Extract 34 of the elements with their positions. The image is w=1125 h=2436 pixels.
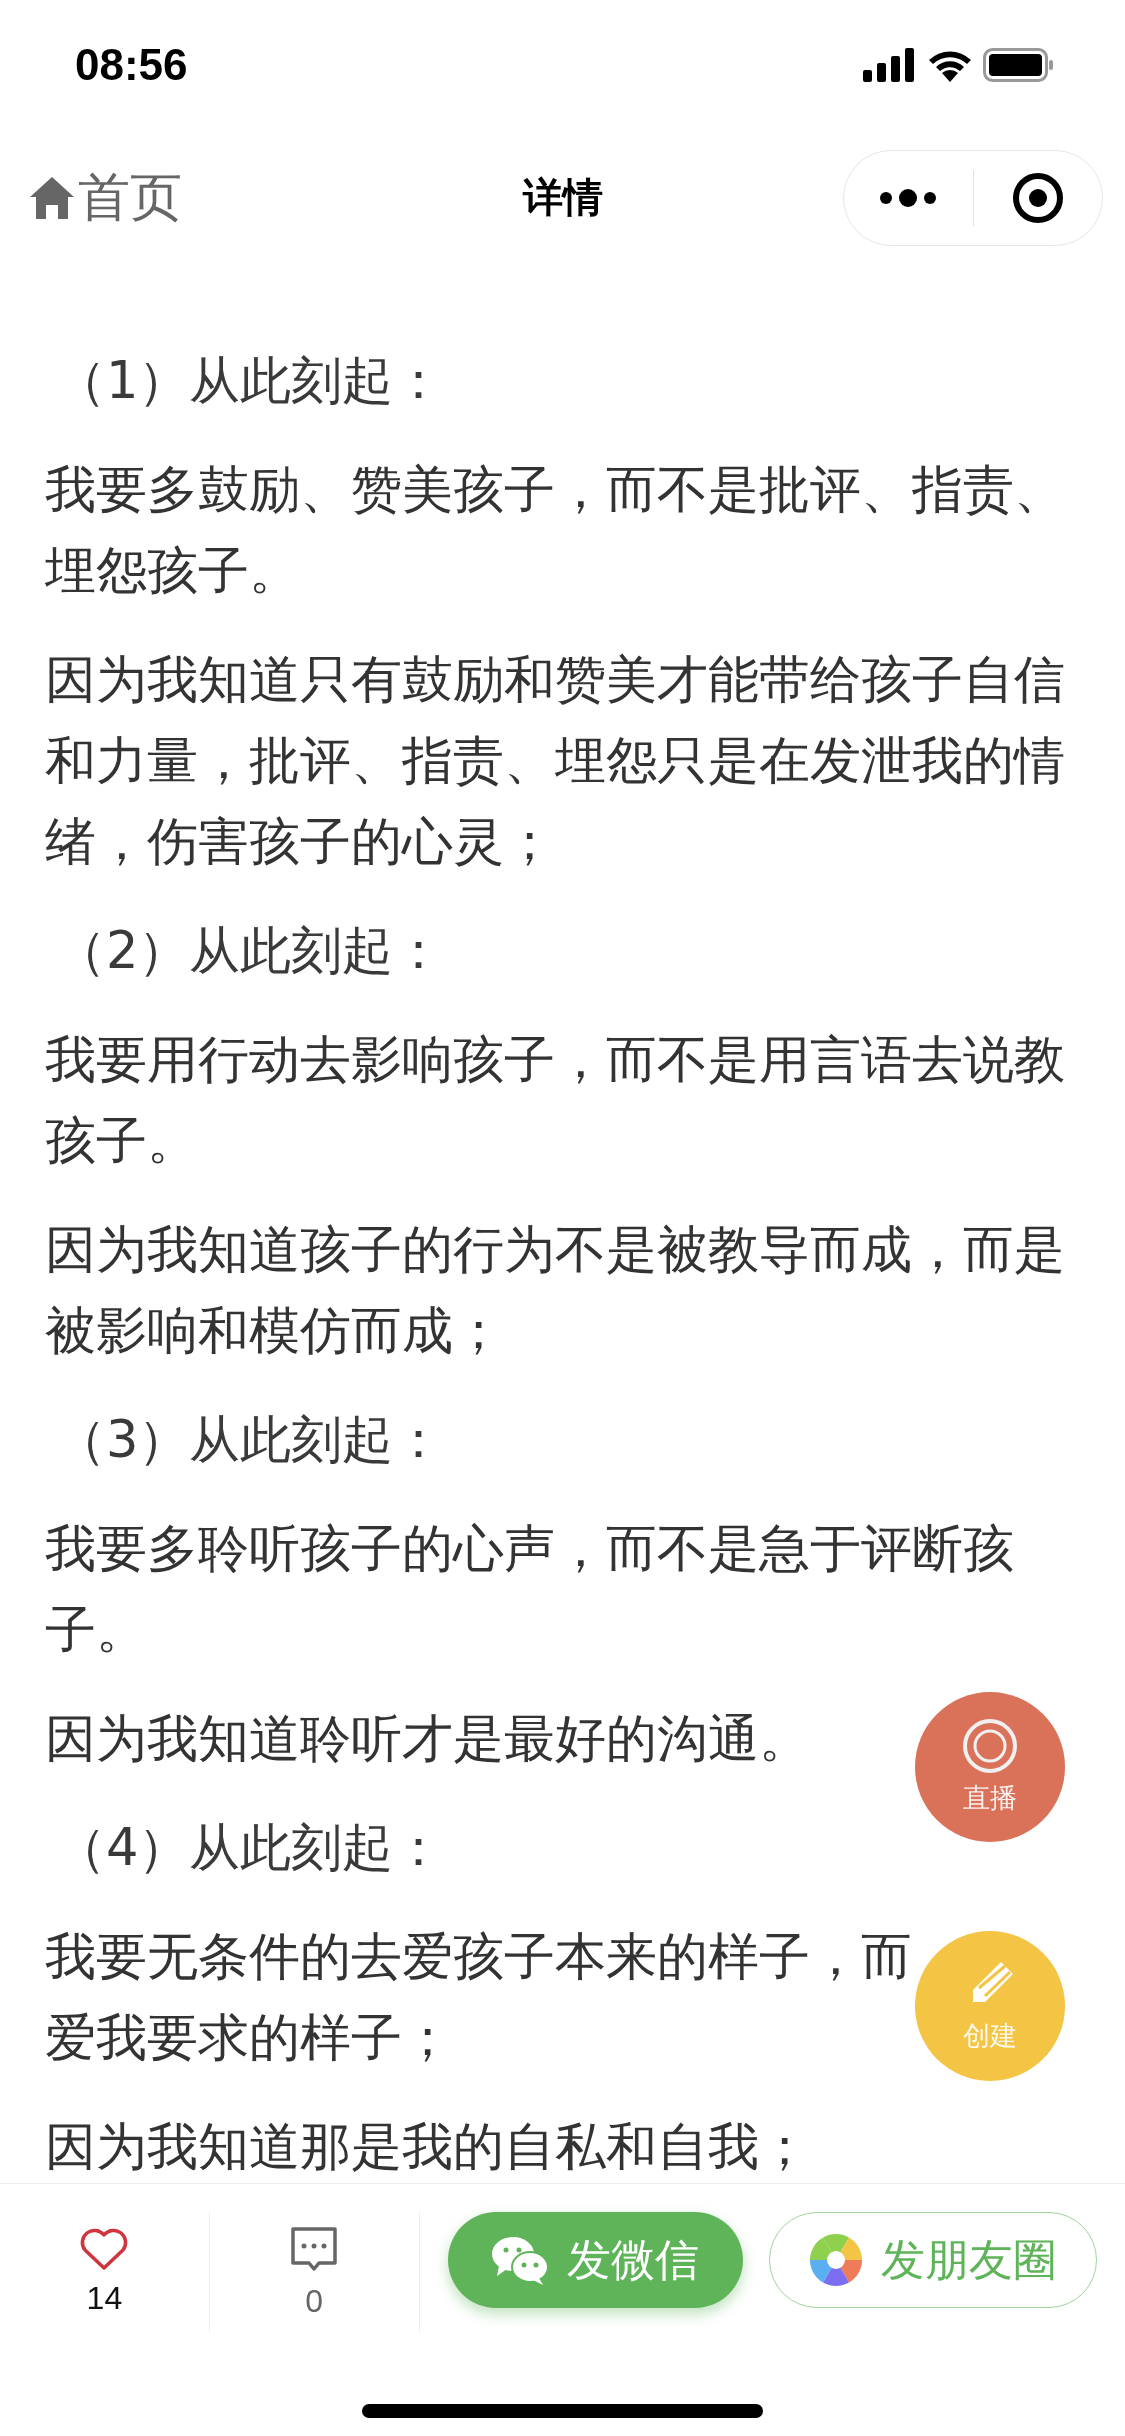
target-icon [962, 1718, 1018, 1774]
paragraph: 我要多聆听孩子的心声，而不是急于评断孩子。 [45, 1518, 1015, 1661]
home-link[interactable]: 首页 [28, 162, 182, 233]
heart-icon [79, 2227, 130, 2272]
comment-count: 0 [305, 2282, 324, 2320]
page-title: 详情 [522, 173, 603, 222]
comment-button[interactable]: 0 [209, 2212, 420, 2332]
battery-icon [983, 48, 1055, 82]
share-moments-button[interactable]: 发朋友圈 [769, 2212, 1097, 2308]
share-chat-button[interactable]: 发微信 [447, 2212, 744, 2308]
wifi-icon [927, 48, 973, 82]
chat-bubbles-icon [491, 2234, 550, 2286]
create-button[interactable]: 创建 [915, 1931, 1065, 2081]
paragraph: 我要多鼓励、赞美孩子，而不是批评、指责、埋怨孩子。 [45, 459, 1066, 602]
paragraph: 因为我知道孩子的行为不是被教导而成，而是被影响和模仿而成； [45, 1219, 1066, 1362]
paragraph: 因为我知道只有鼓励和赞美才能带给孩子自信和力量，批评、指责、埋怨只是在发泄我的情绪，伤害孩子的心灵； [45, 649, 1066, 873]
more-icon [878, 187, 939, 208]
section-heading: （2）从此刻起： [55, 920, 445, 982]
section-heading: （1）从此刻起： [55, 350, 445, 412]
live-button[interactable]: 直播 [915, 1692, 1065, 1842]
text-line: 我要无条件的去爱孩子本来的样子，而 [45, 1926, 912, 1988]
section-heading: （3）从此刻起： [55, 1409, 445, 1471]
paragraph: 我要用行动去影响孩子，而不是用言语去说教孩子。 [45, 1029, 1066, 1172]
like-count: 14 [86, 2279, 123, 2317]
section-heading: （4）从此刻起： [55, 1817, 445, 1879]
paragraph: 因为我知道那是我的自私和自我； [45, 2116, 810, 2178]
paragraph: 因为我知道聆听才是最好的沟通。 [45, 1708, 810, 1770]
status-time: 08:56 [75, 40, 188, 90]
target-icon [1011, 171, 1064, 224]
home-icon [28, 174, 76, 221]
aperture-icon [809, 2233, 864, 2287]
text-line: 爱我要求的样子； [45, 2007, 453, 2069]
like-button[interactable]: 14 [0, 2212, 210, 2332]
signal-icon [863, 48, 917, 82]
